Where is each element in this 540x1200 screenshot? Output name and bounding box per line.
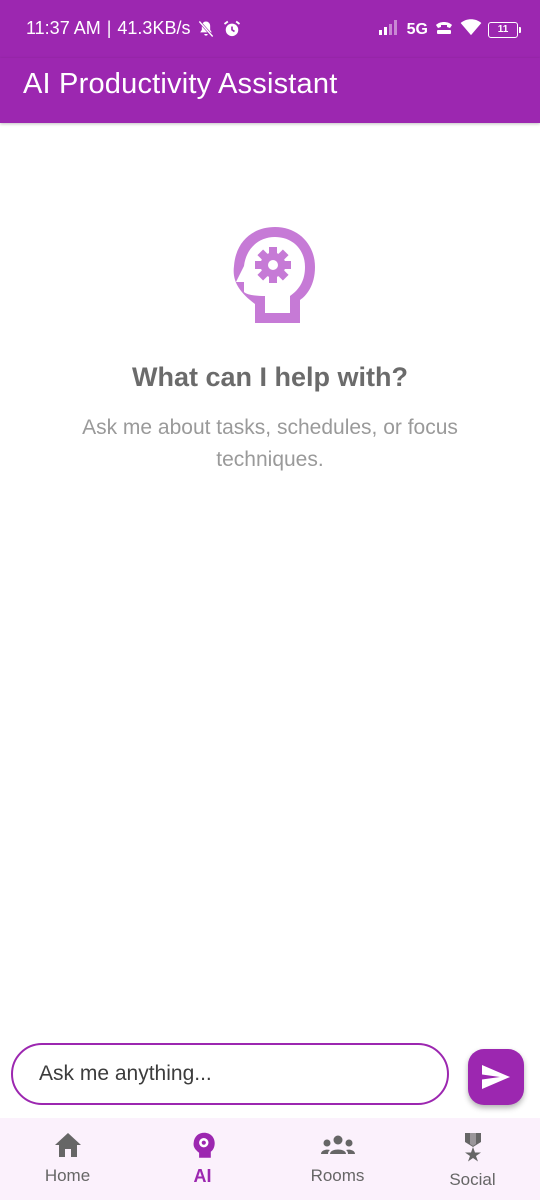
nav-item-home[interactable]: Home — [0, 1118, 135, 1200]
empty-state-subtitle: Ask me about tasks, schedules, or focus … — [82, 416, 458, 471]
send-icon — [482, 1065, 510, 1089]
status-left: 11:37 AM | 41.3KB/s — [26, 18, 242, 39]
bottom-navigation: Home AI Rooms Social — [0, 1118, 540, 1200]
nav-label-home: Home — [44, 1166, 91, 1185]
nav-item-social[interactable]: Social — [405, 1118, 540, 1200]
network-type: 5G — [406, 20, 428, 38]
message-input-container[interactable] — [11, 1043, 449, 1105]
mute-icon — [196, 19, 216, 39]
groups-icon — [320, 1135, 355, 1154]
send-button[interactable] — [468, 1049, 524, 1105]
home-icon — [54, 1133, 81, 1157]
nav-label-social: Social — [449, 1170, 496, 1189]
hd-call-icon — [434, 19, 454, 40]
status-right: 5G 11 — [378, 18, 521, 41]
nav-label-rooms: Rooms — [310, 1166, 365, 1185]
status-separator: | — [106, 18, 112, 38]
nav-item-ai[interactable]: AI — [135, 1118, 270, 1200]
psychology-icon — [193, 1132, 215, 1158]
message-input[interactable] — [39, 1045, 419, 1103]
battery-icon: 11 — [488, 21, 521, 38]
psychology-head-gear-icon — [222, 224, 318, 324]
military-medal-icon — [464, 1133, 481, 1162]
nav-label-ai: AI — [193, 1166, 212, 1186]
page-title: AI Productivity Assistant — [23, 68, 338, 100]
status-network-speed: 41.3KB/s — [117, 18, 191, 38]
empty-state-title: What can I help with? — [132, 362, 408, 392]
status-time: 11:37 AM — [26, 18, 101, 38]
nav-item-rooms[interactable]: Rooms — [270, 1118, 405, 1200]
status-bar: 11:37 AM | 41.3KB/s 5G 11 — [0, 0, 540, 58]
app-bar: AI Productivity Assistant — [0, 58, 540, 123]
alarm-icon — [222, 19, 242, 39]
signal-icon — [378, 19, 401, 40]
wifi-icon — [460, 18, 482, 41]
